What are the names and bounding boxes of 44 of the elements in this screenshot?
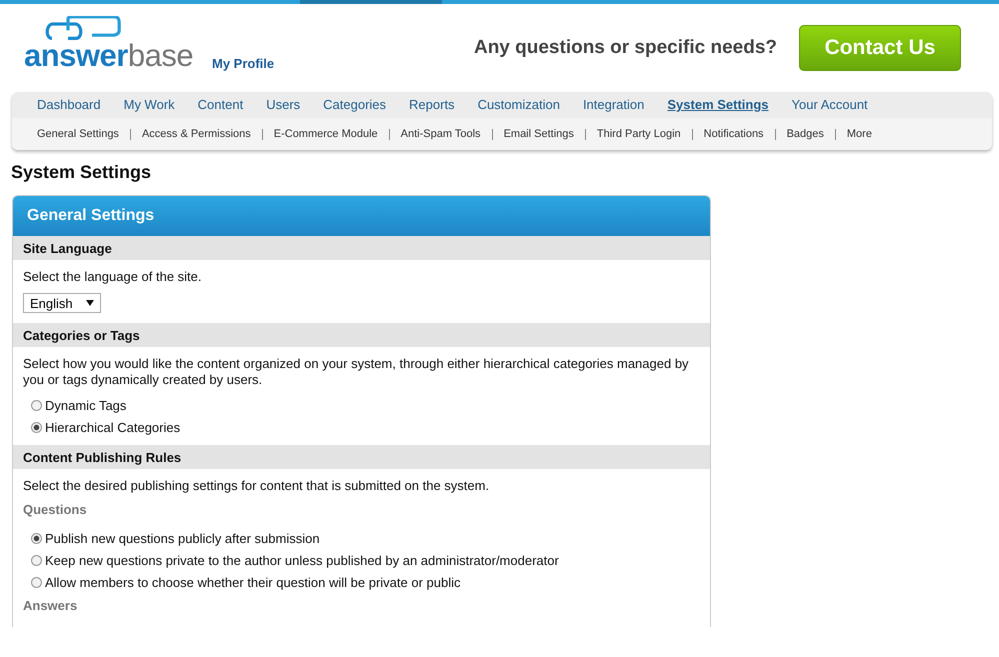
nav-tab[interactable]: Categories [323,96,386,118]
subheading: Answers [23,598,78,613]
nav-tab[interactable]: Content [198,96,244,118]
nav-tab[interactable]: Reports [409,96,455,118]
page-title: System Settings [11,162,152,183]
description-text: Select the desired publishing settings for content that is submitted on the system. [23,478,490,494]
description-text: Select the language of the site. [23,269,203,285]
subnav-link[interactable]: Notifications [692,128,775,140]
nav-tab[interactable]: Integration [582,96,644,118]
subnav-link[interactable]: General Settings [37,128,130,140]
subnav-link[interactable]: More [834,128,883,140]
nav-tab[interactable]: Users [266,96,300,118]
nav-tab[interactable]: Your Account [792,96,868,118]
my-profile-link[interactable]: My Profile [212,56,274,71]
radio-button[interactable] [31,533,42,544]
subnav-link[interactable]: Anti-Spam Tools [388,128,492,140]
subnav-link[interactable]: Third Party Login [584,128,692,140]
radio-option[interactable]: Hierarchical Categories [31,420,700,435]
subnav-link[interactable]: E-Commerce Module [262,128,389,140]
answerbase-logo: answerbase [24,16,190,71]
radio-button[interactable] [31,577,42,588]
radio-option[interactable]: Keep new questions private to the author unless published by an administrator/moderator [31,553,700,568]
caret-icon [86,300,94,306]
radio-button[interactable] [31,555,42,566]
nav-tab[interactable]: Customization [478,96,560,118]
section-header: Categories or Tags [13,323,710,347]
radio-button[interactable] [31,422,42,433]
promo-question: Any questions or specific needs? [474,37,777,59]
nav-tab[interactable]: My Work [124,96,175,118]
subnav-link[interactable]: Access & Permissions [130,128,262,140]
nav-tab[interactable]: Dashboard [37,96,101,118]
section-header: Site Language [13,236,710,260]
radio-option[interactable]: Allow members to choose whether their question will be private or public [31,575,700,590]
radio-button[interactable] [31,400,42,411]
description-text: Select how you would like the content organized on your system, through either hierarchical categories managed by you or tags dynamically created by users. [23,356,690,388]
panel-title: General Settings [13,196,710,236]
radio-option[interactable]: Dynamic Tags [31,398,700,413]
language-select[interactable]: English [23,293,101,313]
radio-option[interactable]: Publish new questions publicly after submission [31,531,700,546]
nav-tab[interactable]: System Settings [667,96,769,118]
section-header: Content Publishing Rules [13,445,710,469]
subheading: Questions [23,502,88,517]
subnav-link[interactable]: Email Settings [492,128,585,140]
subnav-link[interactable]: Badges [774,128,835,140]
